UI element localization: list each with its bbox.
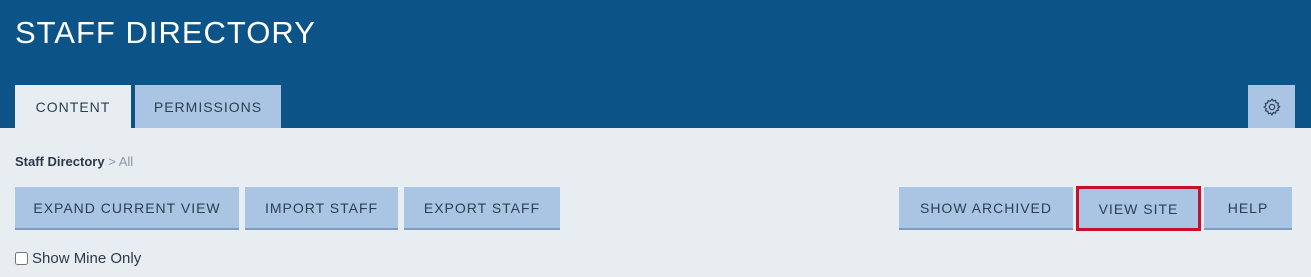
- page-title: STAFF DIRECTORY: [15, 15, 316, 50]
- tab-content-label: CONTENT: [35, 98, 111, 115]
- help-button[interactable]: HELP: [1204, 187, 1292, 230]
- page-header: STAFF DIRECTORY CONTENT PERMISSIONS: [0, 0, 1311, 128]
- settings-button[interactable]: [1248, 85, 1295, 128]
- breadcrumb-root[interactable]: Staff Directory: [15, 154, 105, 169]
- breadcrumb-current: All: [118, 154, 134, 169]
- export-staff-button[interactable]: EXPORT STAFF: [404, 187, 560, 230]
- import-staff-button[interactable]: IMPORT STAFF: [245, 187, 398, 230]
- show-mine-only-checkbox[interactable]: [15, 252, 28, 265]
- tab-permissions-label: PERMISSIONS: [153, 98, 263, 115]
- expand-current-view-button[interactable]: EXPAND CURRENT VIEW: [15, 187, 239, 230]
- breadcrumb-separator: >: [108, 154, 116, 169]
- view-site-button[interactable]: VIEW SITE: [1076, 186, 1201, 231]
- gear-icon: [1262, 97, 1281, 116]
- show-archived-button[interactable]: SHOW ARCHIVED: [899, 187, 1073, 230]
- show-mine-only-filter[interactable]: Show Mine Only: [15, 250, 141, 267]
- tab-permissions[interactable]: PERMISSIONS: [135, 85, 281, 128]
- show-mine-only-label: Show Mine Only: [32, 250, 142, 267]
- tab-content[interactable]: CONTENT: [15, 85, 131, 128]
- breadcrumb: Staff Directory > All: [15, 154, 133, 169]
